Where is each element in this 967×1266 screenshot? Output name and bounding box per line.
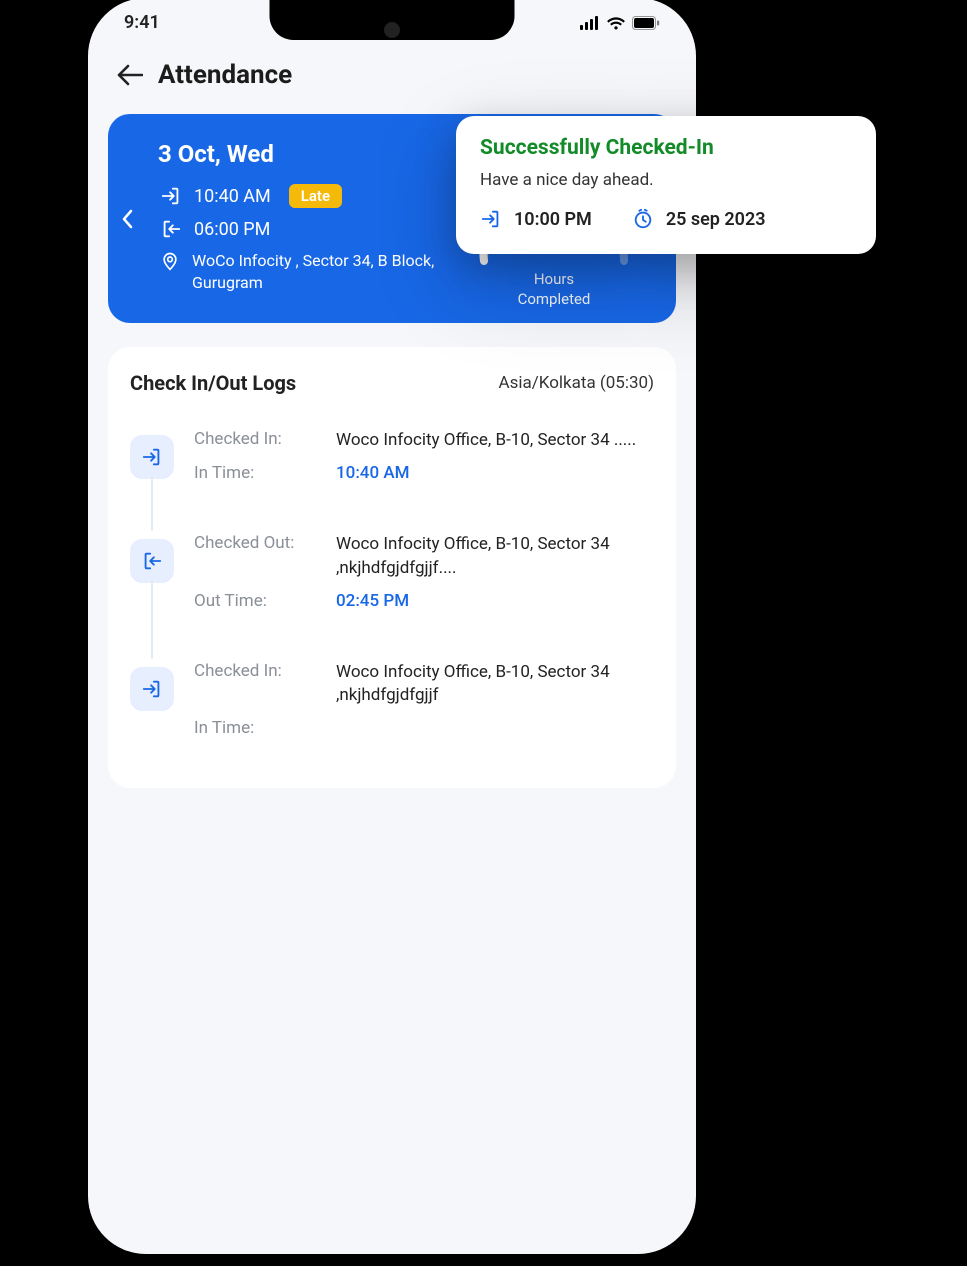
status-icons [580, 16, 660, 30]
log-label-location: Checked In: [194, 661, 324, 709]
logs-header: Check In/Out Logs Asia/Kolkata (05:30) [130, 371, 654, 395]
log-label-time: In Time: [194, 718, 324, 738]
log-time: 02:45 PM [336, 591, 654, 611]
log-item[interactable]: Checked Out:Woco Infocity Office, B-10, … [130, 523, 654, 651]
chevron-left-icon [122, 209, 134, 229]
status-time: 9:41 [124, 12, 160, 33]
battery-icon [632, 16, 660, 30]
location-pin-icon [160, 250, 180, 293]
cellular-signal-icon [580, 16, 600, 30]
log-item[interactable]: Checked In: Woco Infocity Office, B-10, S… [130, 419, 654, 523]
log-item[interactable]: Checked In:Woco Infocity Office, B-10, S… [130, 651, 654, 779]
log-content: Checked In: Woco Infocity Office, B-10, S… [194, 429, 654, 483]
location-text: WoCo Infocity , Sector 34, B Block, Guru… [192, 250, 460, 293]
checkin-icon [130, 667, 174, 711]
toast-time: 10:00 PM [480, 208, 592, 230]
log-content: Checked Out:Woco Infocity Office, B-10, … [194, 533, 654, 611]
log-label-time: Out Time: [194, 591, 324, 611]
log-location: Woco Infocity Office, B-10, Sector 34 ..… [336, 429, 654, 453]
location-row: WoCo Infocity , Sector 34, B Block, Guru… [160, 250, 460, 293]
log-label-time: In Time: [194, 463, 324, 483]
late-badge: Late [289, 184, 342, 208]
checkout-time: 06:00 PM [194, 219, 270, 240]
log-time [336, 718, 654, 738]
checkout-icon [160, 218, 182, 240]
checkin-time: 10:40 AM [194, 186, 271, 207]
clock-icon [632, 208, 654, 230]
toast-time-value: 10:00 PM [514, 209, 592, 230]
log-location: Woco Infocity Office, B-10, Sector 34 ,n… [336, 533, 654, 581]
log-time: 10:40 AM [336, 463, 654, 483]
log-location: Woco Infocity Office, B-10, Sector 34 ,n… [336, 661, 654, 709]
toast-date: 25 sep 2023 [632, 208, 766, 230]
logs-title: Check In/Out Logs [130, 371, 296, 395]
toast-date-value: 25 sep 2023 [666, 209, 766, 230]
prev-day-button[interactable] [118, 204, 138, 234]
hours-label: Hours Completed [454, 270, 654, 309]
checkin-success-toast: Successfully Checked-In Have a nice day … [456, 116, 876, 254]
logs-timezone: Asia/Kolkata (05:30) [499, 373, 655, 393]
wifi-icon [606, 16, 626, 30]
log-label-location: Checked In: [194, 429, 324, 453]
timeline-connector [151, 579, 153, 659]
checkin-icon [160, 185, 182, 207]
checkin-icon [480, 208, 502, 230]
front-camera [384, 22, 400, 38]
back-button[interactable] [116, 61, 144, 89]
log-label-location: Checked Out: [194, 533, 324, 581]
toast-details: 10:00 PM 25 sep 2023 [480, 208, 852, 230]
checkout-icon [130, 539, 174, 583]
log-content: Checked In:Woco Infocity Office, B-10, S… [194, 661, 654, 739]
check-logs-card: Check In/Out Logs Asia/Kolkata (05:30) C… [108, 347, 676, 788]
page-title: Attendance [158, 60, 292, 90]
log-list: Checked In:Woco Infocity Office, B-10, S… [130, 419, 654, 778]
toast-subtitle: Have a nice day ahead. [480, 170, 852, 190]
checkin-icon [130, 435, 174, 479]
toast-title: Successfully Checked-In [480, 136, 852, 160]
arrow-left-icon [117, 64, 143, 86]
